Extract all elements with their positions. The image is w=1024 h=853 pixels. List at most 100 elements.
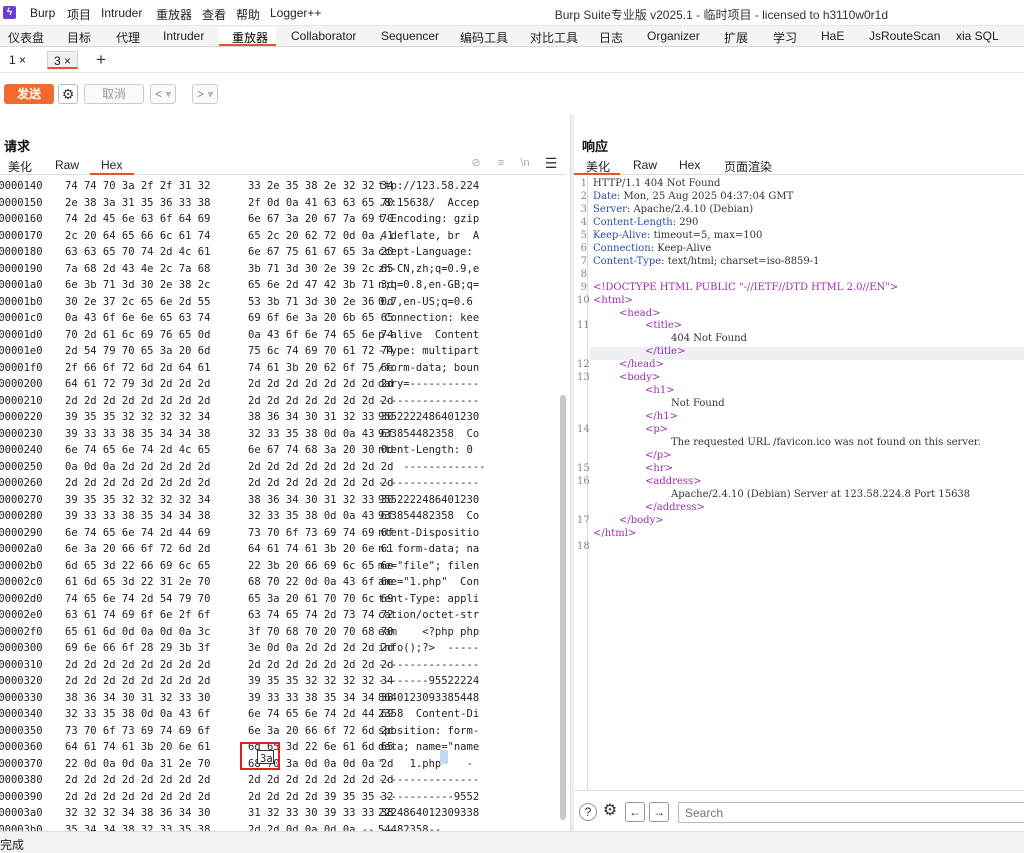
hex-row[interactable]: 00000140 74 74 70 3a 2f 2f 31 32 33 2e 35 … <box>0 178 566 195</box>
hex-row[interactable]: 000001a0 6e 3b 71 3d 30 2e 38 2c 65 6e 2d … <box>0 277 566 294</box>
menu-view[interactable]: 查看 <box>202 6 226 23</box>
repeater-tabs-bar: 1 × 3 × <box>0 47 1024 73</box>
tab-extensions[interactable]: 扩展 <box>724 29 748 46</box>
hex-bytes-group-2: 2d 2d 0d 0a 0d 0a -- -- <box>248 823 394 832</box>
hex-row[interactable]: 000002d0 74 65 6e 74 2d 54 79 70 65 3a 20 … <box>0 591 566 608</box>
wrap-lines-icon[interactable]: ≡ <box>494 156 508 170</box>
request-subtab-pretty[interactable]: 美化 <box>8 158 32 175</box>
menu-intruder[interactable]: Intruder <box>101 6 142 20</box>
add-tab-plus-icon[interactable]: + <box>96 50 106 70</box>
menu-project[interactable]: 项目 <box>67 6 91 23</box>
hex-row[interactable]: 00000280 39 33 33 38 35 34 34 38 32 33 35 … <box>0 508 566 525</box>
help-question-icon[interactable]: ? <box>579 803 597 821</box>
hex-ascii: " 1.php - <box>378 757 473 770</box>
hex-row[interactable]: 00000220 39 35 35 32 32 32 32 34 38 36 34 … <box>0 409 566 426</box>
response-subtab-raw[interactable]: Raw <box>633 158 657 172</box>
menu-help[interactable]: 帮助 <box>236 6 260 23</box>
hex-row[interactable]: 00000300 69 6e 66 6f 28 29 3b 3f 3e 0d 0a … <box>0 640 566 657</box>
hex-bytes-group-1: 2d 2d 2d 2d 2d 2d 2d 2d <box>65 790 211 803</box>
hex-row[interactable]: 000003b0 35 34 34 38 32 33 35 38 2d 2d 0d … <box>0 822 566 832</box>
tab-dashboard[interactable]: 仪表盘 <box>8 29 44 46</box>
request-scrollbar[interactable] <box>560 395 566 820</box>
tab-collaborator[interactable]: Collaborator <box>291 29 356 43</box>
tab-logger[interactable]: 日志 <box>599 29 623 46</box>
hex-row[interactable]: 000002b0 6d 65 3d 22 66 69 6c 65 22 3b 20 … <box>0 558 566 575</box>
forward-button[interactable]: > ▾ <box>192 84 219 104</box>
send-button[interactable]: 发送 <box>4 84 54 104</box>
hex-row[interactable]: 00000310 2d 2d 2d 2d 2d 2d 2d 2d 2d 2d 2d … <box>0 657 566 674</box>
back-button[interactable]: < ▾ <box>150 84 177 104</box>
repeater-tab-1[interactable]: 1 × <box>3 51 32 69</box>
hex-row[interactable]: 000001e0 2d 54 79 70 65 3a 20 6d 75 6c 74 … <box>0 343 566 360</box>
tab-jsroutescan[interactable]: JsRouteScan <box>869 29 940 43</box>
settings-gear-icon[interactable]: ⚙ <box>58 84 78 104</box>
hex-row[interactable]: 00000240 6e 74 65 6e 74 2d 4c 65 6e 67 74 … <box>0 442 566 459</box>
tab-comparer[interactable]: 对比工具 <box>530 29 578 46</box>
search-prev-arrow-icon[interactable]: ← <box>625 802 645 822</box>
hex-row[interactable]: 00000270 39 35 35 32 32 32 32 34 38 36 34 … <box>0 492 566 509</box>
hex-row[interactable]: 00000190 7a 68 2d 43 4e 2c 7a 68 3b 71 3d … <box>0 261 566 278</box>
hex-bytes-group-2: 33 2e 35 38 2e 32 32 34 <box>248 180 394 192</box>
hex-row[interactable]: 00000230 39 33 33 38 35 34 34 38 32 33 35 … <box>0 426 566 443</box>
hex-row[interactable]: 000002e0 63 61 74 69 6f 6e 2f 6f 63 74 65 … <box>0 607 566 624</box>
forward-dropdown-icon[interactable]: ▾ <box>207 87 213 101</box>
request-subtab-raw[interactable]: Raw <box>55 158 79 172</box>
newline-icon[interactable]: \n <box>518 156 532 170</box>
hex-row[interactable]: 00000340 32 33 35 38 0d 0a 43 6f 6e 74 65 … <box>0 706 566 723</box>
menu-hamburger-icon[interactable]: ☰ <box>544 156 558 170</box>
response-search-input[interactable] <box>678 802 1024 823</box>
hex-bytes-group-2: 64 61 74 61 3b 20 6e 61 <box>248 543 394 555</box>
tab-intruder[interactable]: Intruder <box>163 29 204 43</box>
hex-row[interactable]: 00000380 2d 2d 2d 2d 2d 2d 2d 2d 2d 2d 2d … <box>0 772 566 789</box>
hex-row[interactable]: 000003a0 32 32 32 34 38 36 34 30 31 32 33 … <box>0 805 566 822</box>
hex-row[interactable]: 000002a0 6e 3a 20 66 6f 72 6d 2d 64 61 74 … <box>0 541 566 558</box>
hex-row[interactable]: 0000037022 0d 0a 0d 0a 31 2e 7068 70 3a … <box>0 756 566 773</box>
hex-row[interactable]: 00000260 2d 2d 2d 2d 2d 2d 2d 2d 2d 2d 2d … <box>0 475 566 492</box>
tab-hae[interactable]: HaE <box>821 29 844 43</box>
response-subtab-render[interactable]: 页面渲染 <box>724 158 772 175</box>
cancel-button[interactable]: 取消 <box>84 84 144 104</box>
request-subtab-hex[interactable]: Hex <box>101 158 122 172</box>
hex-row[interactable]: 00000160 74 2d 45 6e 63 6f 64 69 6e 67 3a … <box>0 211 566 228</box>
hex-row[interactable]: 000001b0 30 2e 37 2c 65 6e 2d 55 53 3b 71 … <box>0 294 566 311</box>
hex-row[interactable]: 00000250 0a 0d 0a 2d 2d 2d 2d 2d 2d 2d 2d … <box>0 459 566 476</box>
hex-row[interactable]: 00000170 2c 20 64 65 66 6c 61 74 65 2c 20 … <box>0 228 566 245</box>
hex-ascii: data; name="name <box>378 741 480 753</box>
hex-row[interactable]: 0000036064 61 74 61 3b 20 6e 616d 65 3d … <box>0 739 566 756</box>
menu-repeater[interactable]: 重放器 <box>156 6 192 23</box>
hex-row[interactable]: 00000350 73 70 6f 73 69 74 69 6f 6e 3a 20 … <box>0 723 566 740</box>
tab-target[interactable]: 目标 <box>67 29 91 46</box>
hex-grid[interactable]: 00000140 74 74 70 3a 2f 2f 31 32 33 2e 35 … <box>0 176 566 831</box>
hex-row[interactable]: 000001d0 70 2d 61 6c 69 76 65 0d 0a 43 6f … <box>0 327 566 344</box>
tab-sequencer[interactable]: Sequencer <box>381 29 439 43</box>
tab-organizer[interactable]: Organizer <box>647 29 700 43</box>
hex-row[interactable]: 000001f0 2f 66 6f 72 6d 2d 64 61 74 61 3b … <box>0 360 566 377</box>
hex-row[interactable]: 00000200 64 61 72 79 3d 2d 2d 2d 2d 2d 2d … <box>0 376 566 393</box>
hide-nonprintable-icon[interactable]: ⊘ <box>469 156 483 170</box>
hex-address: 00000180 <box>0 246 43 258</box>
hex-row[interactable]: 00000390 2d 2d 2d 2d 2d 2d 2d 2d 2d 2d 2d … <box>0 789 566 806</box>
tab-learn[interactable]: 学习 <box>773 29 797 46</box>
hex-row[interactable]: 00000180 63 63 65 70 74 2d 4c 61 6e 67 75 … <box>0 244 566 261</box>
back-dropdown-icon[interactable]: ▾ <box>165 87 171 101</box>
hex-row[interactable]: 00000210 2d 2d 2d 2d 2d 2d 2d 2d 2d 2d 2d … <box>0 393 566 410</box>
hex-row[interactable]: 00000330 38 36 34 30 31 32 33 30 39 33 33 … <box>0 690 566 707</box>
menu-burp[interactable]: Burp <box>30 6 55 20</box>
tab-decoder[interactable]: 编码工具 <box>460 29 508 46</box>
hex-row[interactable]: 000002f0 65 61 6d 0d 0a 0d 0a 3c 3f 70 68 … <box>0 624 566 641</box>
menu-logger[interactable]: Logger++ <box>270 6 321 20</box>
hex-row[interactable]: 00000320 2d 2d 2d 2d 2d 2d 2d 2d 39 35 35 … <box>0 673 566 690</box>
request-active-subtab-underline <box>90 173 134 175</box>
search-settings-gear-icon[interactable]: ⚙ <box>601 803 619 821</box>
hex-address: 000002d0 <box>0 592 43 605</box>
hex-row[interactable]: 000002c0 61 6d 65 3d 22 31 2e 70 68 70 22 … <box>0 574 566 591</box>
response-subtab-hex[interactable]: Hex <box>679 158 700 172</box>
repeater-tab-3[interactable]: 3 × <box>47 51 79 69</box>
tab-proxy[interactable]: 代理 <box>116 29 140 46</box>
tab-repeater[interactable]: 重放器 <box>232 29 268 46</box>
hex-row[interactable]: 00000290 6e 74 65 6e 74 2d 44 69 73 70 6f … <box>0 525 566 542</box>
search-next-arrow-icon[interactable]: → <box>649 802 669 822</box>
hex-row[interactable]: 000001c0 0a 43 6f 6e 6e 65 63 74 69 6f 6e … <box>0 310 566 327</box>
hex-row[interactable]: 00000150 2e 38 3a 31 35 36 33 38 2f 0d 0a … <box>0 195 566 212</box>
tab-xia-sql[interactable]: xia SQL <box>956 29 999 43</box>
